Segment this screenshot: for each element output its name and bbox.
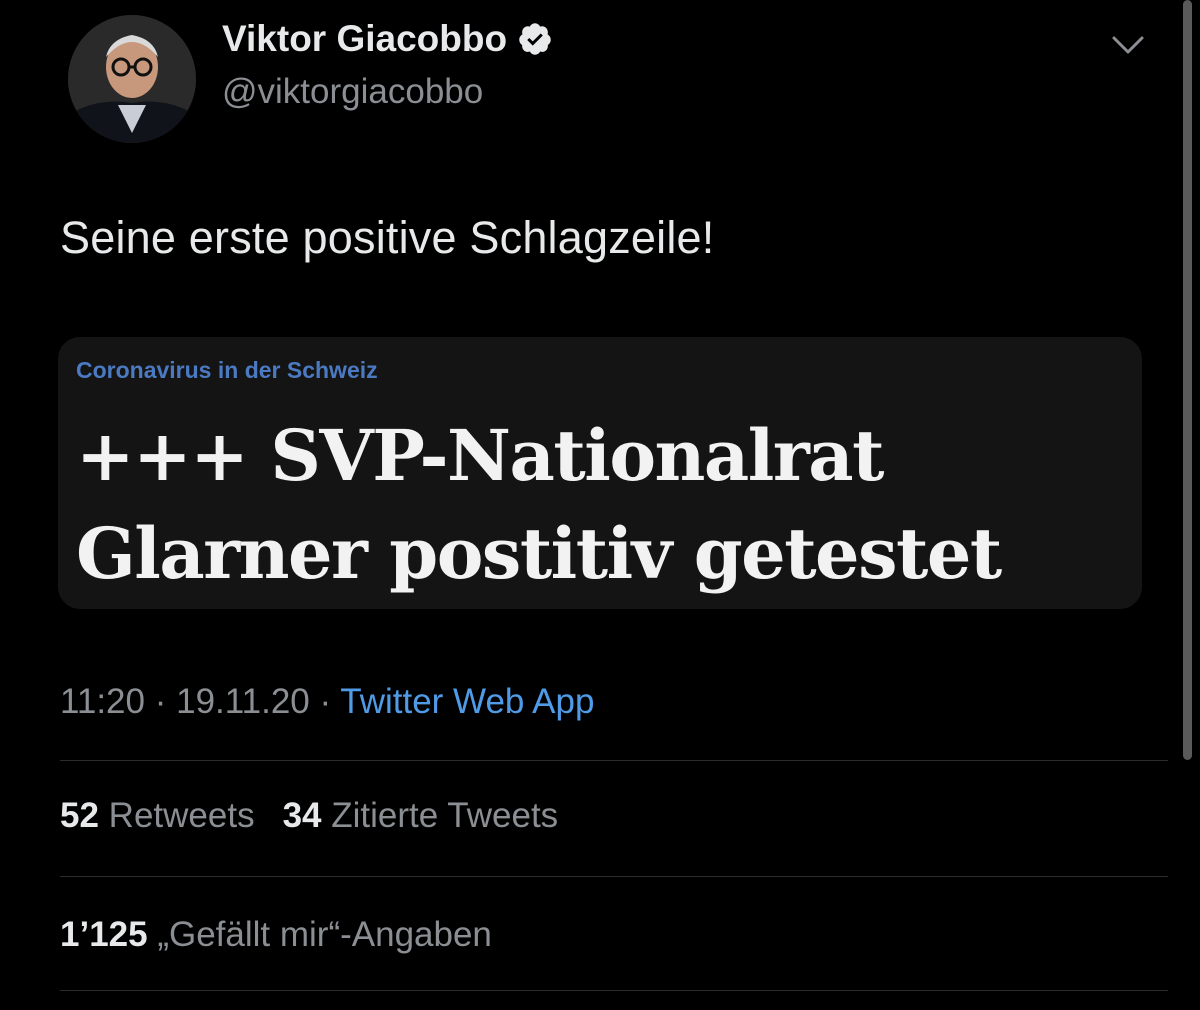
scrollbar[interactable] — [1183, 0, 1192, 760]
card-kicker: Coronavirus in der Schweiz — [76, 357, 378, 383]
tweet-time[interactable]: 11:20 — [60, 682, 145, 721]
divider — [60, 876, 1168, 877]
retweets-stat[interactable]: 52 Retweets — [60, 796, 255, 835]
engagement-stats: 52 Retweets 34 Zitierte Tweets — [60, 796, 558, 836]
author-handle[interactable]: @viktorgiacobbo — [222, 72, 483, 112]
retweets-count: 52 — [60, 796, 99, 835]
divider — [60, 760, 1168, 761]
avatar[interactable] — [68, 15, 196, 143]
retweets-label: Retweets — [108, 796, 255, 835]
attached-image-card[interactable]: Coronavirus in der Schweiz +++ SVP-Natio… — [58, 337, 1142, 609]
quotes-count: 34 — [282, 796, 322, 835]
author-name-text: Viktor Giacobbo — [222, 18, 508, 59]
likes-stat[interactable]: 1’125 „Gefällt mir“-Angaben — [60, 915, 492, 955]
meta-separator: · — [145, 682, 177, 721]
quotes-label: Zitierte Tweets — [331, 796, 559, 835]
tweet-date[interactable]: 19.11.20 — [176, 682, 310, 721]
meta-separator: · — [309, 682, 341, 721]
chevron-down-icon[interactable] — [1110, 30, 1146, 60]
likes-count: 1’125 — [60, 915, 148, 954]
quotes-stat[interactable]: 34 Zitierte Tweets — [283, 796, 559, 835]
author-name[interactable]: Viktor Giacobbo — [222, 18, 553, 60]
card-headline: +++ SVP-Nationalrat Glarner postitiv get… — [76, 414, 1002, 595]
tweet-text: Seine erste positive Schlagzeile! — [60, 212, 715, 263]
likes-label: „Gefällt mir“-Angaben — [157, 915, 492, 954]
verified-badge-icon — [517, 21, 553, 57]
divider — [60, 990, 1168, 991]
tweet-source-link[interactable]: Twitter Web App — [340, 682, 594, 721]
tweet-meta: 11:20 · 19.11.20 · Twitter Web App — [60, 682, 594, 722]
